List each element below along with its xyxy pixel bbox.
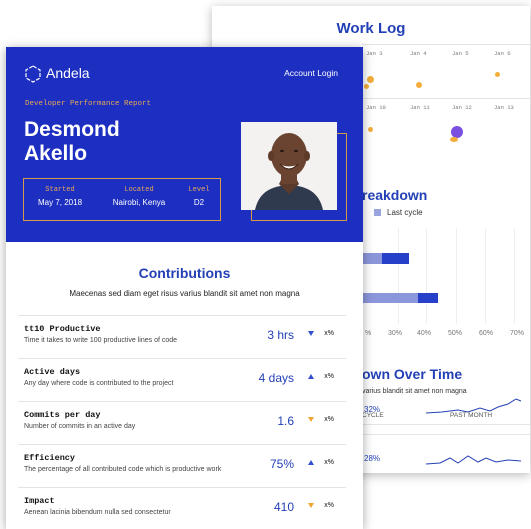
metric-name: Impact: [24, 496, 55, 506]
work-log-week2-dates: Jan 10 Jan 11 Jan 12 Jan 13: [362, 98, 530, 111]
date-label: Jan 11: [410, 104, 430, 111]
metric-value: 75%: [269, 457, 294, 471]
contributions-title: Contributions: [138, 265, 231, 281]
work-log-dot: [367, 76, 374, 83]
trend-down-icon: [308, 503, 314, 508]
breakdown-title: reakdown: [362, 187, 428, 203]
metric-row: Efficiency The percentage of all contrib…: [18, 444, 346, 488]
last-name: Akello: [24, 142, 88, 165]
contributions-subtitle: Maecenas sed diam eget risus varius blan…: [69, 289, 300, 298]
row-divider: [362, 424, 530, 425]
metric-delta: x%: [324, 330, 334, 337]
metric-description: Any day where code is contributed to the…: [24, 380, 174, 387]
trend-down-icon: [308, 417, 314, 422]
metric-value: 410: [273, 500, 294, 514]
breakdown-bar: [362, 253, 382, 264]
metric-description: Time it takes to write 100 productive li…: [24, 337, 178, 344]
work-log-title: Work Log: [336, 20, 406, 37]
date-label: Jan 4: [410, 50, 427, 57]
breakdown-bar: [418, 293, 438, 303]
work-log-week1-dates: Jan 3 Jan 4 Jan 5 Jan 6: [362, 44, 530, 57]
legend-label: Last cycle: [387, 208, 423, 217]
info-label: Located: [124, 186, 154, 194]
developer-info-box: Started May 7, 2018 Located Nairobi, Ken…: [23, 178, 221, 221]
info-value: Nairobi, Kenya: [112, 198, 166, 207]
date-label: Jan 13: [494, 104, 514, 111]
sparkline: [425, 455, 522, 465]
grid-line: [485, 228, 486, 324]
metric-row: tt10 Productive Time it takes to write 1…: [18, 315, 346, 359]
date-label: Jan 12: [452, 104, 472, 111]
metric-delta: x%: [324, 416, 334, 423]
metric-name: Commits per day: [24, 410, 101, 420]
trend-up-icon: [308, 460, 314, 465]
x-tick: 30%: [388, 330, 403, 337]
work-log-dot: [495, 72, 500, 77]
grid-line: [456, 228, 457, 324]
date-label: Jan 6: [494, 50, 511, 57]
row-divider: [362, 434, 530, 435]
breakdown-bar: [362, 293, 418, 303]
metric-description: The percentage of all contributed code w…: [24, 466, 222, 473]
trend-up-icon: [308, 374, 314, 379]
grid-line: [426, 228, 427, 324]
metric-delta: x%: [324, 373, 334, 380]
metric-delta: x%: [324, 502, 334, 509]
over-time-value: 28%: [364, 454, 381, 463]
performance-report-card: Andela Account Login Developer Performan…: [6, 47, 363, 529]
x-tick: 60%: [479, 330, 494, 337]
metric-row: Impact Aenean lacinia bibendum nulla sed…: [18, 487, 346, 529]
info-located: Located Nairobi, Kenya: [104, 186, 174, 207]
breakdown-bar: [382, 253, 409, 264]
grid-line: [514, 228, 515, 324]
work-log-dot: [364, 84, 369, 89]
developer-photo: [241, 122, 337, 210]
metric-value: 3 hrs: [267, 328, 294, 342]
metric-value: 4 days: [258, 371, 294, 385]
over-time-title: own Over Time: [362, 366, 463, 382]
metric-description: Aenean lacinia bibendum nulla sed consec…: [24, 509, 171, 516]
info-label: Level: [188, 186, 210, 194]
metric-value: 1.6: [277, 414, 294, 428]
info-value: D2: [193, 198, 205, 207]
report-eyebrow: Developer Performance Report: [25, 100, 152, 108]
metric-row: Commits per day Number of commits in an …: [18, 401, 346, 445]
over-time-subtitle: varius blandit sit amet non magna: [362, 388, 467, 395]
info-started: Started May 7, 2018: [30, 186, 90, 207]
info-level: Level D2: [182, 186, 216, 207]
date-label: Jan 10: [366, 104, 386, 111]
metric-row: Active days Any day where code is contri…: [18, 358, 346, 402]
developer-name: Desmond Akello: [24, 118, 120, 166]
metric-name: Active days: [24, 367, 81, 377]
sparkline: [425, 398, 522, 414]
x-tick: 50%: [448, 330, 463, 337]
metric-name: tt10 Productive: [24, 324, 101, 334]
x-tick: 40%: [417, 330, 432, 337]
work-log-dot: [416, 82, 422, 88]
info-value: May 7, 2018: [37, 198, 83, 207]
metric-delta: x%: [324, 459, 334, 466]
date-label: Jan 5: [452, 50, 469, 57]
grid-line: [398, 228, 399, 324]
over-time-value: 32%: [364, 405, 381, 414]
account-login-link[interactable]: Account Login: [284, 68, 338, 78]
work-log-dot: [450, 137, 458, 142]
metric-description: Number of commits in an active day: [24, 423, 136, 430]
x-tick: 70%: [510, 330, 525, 337]
trend-down-icon: [308, 331, 314, 336]
metric-name: Efficiency: [24, 453, 76, 463]
report-header: Andela Account Login Developer Performan…: [6, 47, 363, 242]
legend-swatch: [374, 209, 381, 216]
andela-logo-icon: [25, 65, 41, 83]
date-label: Jan 3: [366, 50, 383, 57]
x-tick: %: [365, 330, 372, 337]
first-name: Desmond: [24, 118, 120, 141]
info-label: Started: [45, 186, 75, 194]
andela-logo-text: Andela: [46, 65, 90, 81]
work-log-dot: [368, 127, 373, 132]
